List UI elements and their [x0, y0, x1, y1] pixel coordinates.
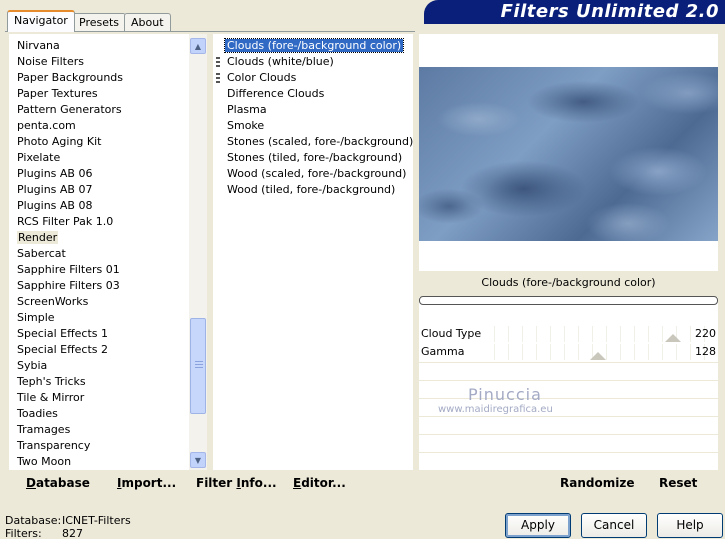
scroll-up-button[interactable]: ▲: [190, 38, 206, 54]
category-item[interactable]: Pattern Generators: [9, 102, 189, 118]
filter-item[interactable]: Difference Clouds: [213, 86, 413, 102]
app-title: Filters Unlimited 2.0: [500, 1, 719, 22]
filter-item[interactable]: Smoke: [213, 118, 413, 134]
tab-presets[interactable]: Presets: [72, 13, 127, 31]
category-item[interactable]: RCS Filter Pak 1.0: [9, 214, 189, 230]
progress-bar: [419, 296, 718, 305]
cloud-type-label: Cloud Type: [421, 327, 482, 340]
watermark-url: www.maidiregrafica.eu: [438, 404, 553, 415]
category-item[interactable]: Render: [9, 230, 189, 246]
gamma-label: Gamma: [421, 345, 465, 358]
param-gamma[interactable]: Gamma 128: [419, 344, 718, 362]
category-item[interactable]: Two Moon: [9, 454, 189, 470]
tab-navigator[interactable]: Navigator: [7, 10, 75, 32]
category-item[interactable]: Special Effects 1: [9, 326, 189, 342]
param-row-empty: [419, 452, 718, 469]
reset-button[interactable]: Reset: [659, 476, 697, 490]
filters-count-label: Filters:: [5, 527, 42, 539]
cloud-type-value: 220: [695, 327, 716, 340]
filter-list[interactable]: Clouds (fore-/background color) Clouds (w…: [213, 34, 413, 470]
category-item[interactable]: Nirvana: [9, 38, 189, 54]
param-row-empty: [419, 434, 718, 451]
category-item[interactable]: Sapphire Filters 03: [9, 278, 189, 294]
preview-title: Clouds (fore-/background color): [481, 276, 656, 289]
help-button[interactable]: Help: [657, 513, 723, 538]
cancel-button[interactable]: Cancel: [581, 513, 647, 538]
database-label: Database:: [5, 514, 62, 527]
category-item[interactable]: Plugins AB 08: [9, 198, 189, 214]
category-item[interactable]: Transparency: [9, 438, 189, 454]
param-row-empty: [419, 380, 718, 397]
filter-item[interactable]: Wood (scaled, fore-/background): [213, 166, 413, 182]
category-item[interactable]: Paper Backgrounds: [9, 70, 189, 86]
category-item[interactable]: Special Effects 2: [9, 342, 189, 358]
filter-item[interactable]: Plasma: [213, 102, 413, 118]
chevron-down-icon: ▼: [194, 455, 202, 465]
filters-count-value: 827: [62, 527, 83, 539]
filter-item[interactable]: Clouds (fore-/background color): [213, 38, 413, 54]
editor-button[interactable]: Editor...: [293, 476, 346, 490]
filter-item[interactable]: Clouds (white/blue): [213, 54, 413, 70]
cloud-type-slider-thumb[interactable]: [664, 334, 681, 342]
filter-item[interactable]: Color Clouds: [213, 70, 413, 86]
chevron-up-icon: ▲: [194, 41, 202, 51]
scroll-down-button[interactable]: ▼: [190, 452, 206, 468]
filter-item[interactable]: Stones (scaled, fore-/background): [213, 134, 413, 150]
filter-item[interactable]: Wood (tiled, fore-/background): [213, 182, 413, 198]
category-item[interactable]: Paper Textures: [9, 86, 189, 102]
category-scrollbar[interactable]: ▲ ▼: [189, 34, 207, 470]
database-button[interactable]: Database: [26, 476, 90, 490]
category-item[interactable]: penta.com: [9, 118, 189, 134]
tab-about[interactable]: About: [124, 13, 171, 31]
category-item[interactable]: Sabercat: [9, 246, 189, 262]
favorite-marker-icon: [216, 57, 220, 67]
gamma-slider-thumb[interactable]: [589, 352, 606, 360]
category-item[interactable]: Simple: [9, 310, 189, 326]
param-row-empty: [419, 362, 718, 379]
filter-info-button[interactable]: Filter Info...: [196, 476, 277, 490]
category-item[interactable]: Sybia: [9, 358, 189, 374]
category-item[interactable]: Sapphire Filters 01: [9, 262, 189, 278]
category-item[interactable]: Pixelate: [9, 150, 189, 166]
apply-button[interactable]: Apply: [505, 513, 571, 538]
category-item[interactable]: Plugins AB 06: [9, 166, 189, 182]
category-list[interactable]: Nirvana Noise Filters Paper Backgrounds Pap…: [9, 34, 189, 470]
randomize-button[interactable]: Randomize: [560, 476, 634, 490]
database-value: ICNET-Filters: [62, 514, 131, 527]
watermark-name: Pinuccia: [468, 385, 542, 404]
category-item[interactable]: Noise Filters: [9, 54, 189, 70]
category-item[interactable]: ScreenWorks: [9, 294, 189, 310]
param-cloud-type[interactable]: Cloud Type 220: [419, 326, 718, 344]
category-item[interactable]: Teph's Tricks: [9, 374, 189, 390]
scrollbar-thumb[interactable]: [190, 318, 206, 414]
category-item[interactable]: Plugins AB 07: [9, 182, 189, 198]
category-item[interactable]: Tile & Mirror: [9, 390, 189, 406]
category-item[interactable]: Toadies: [9, 406, 189, 422]
import-button[interactable]: Import...: [117, 476, 176, 490]
filter-item[interactable]: Stones (tiled, fore-/background): [213, 150, 413, 166]
gamma-value: 128: [695, 345, 716, 358]
preview-image: [419, 67, 718, 241]
category-item[interactable]: Tramages: [9, 422, 189, 438]
param-row-empty: [419, 416, 718, 433]
favorite-marker-icon: [216, 73, 220, 83]
category-item[interactable]: Photo Aging Kit: [9, 134, 189, 150]
